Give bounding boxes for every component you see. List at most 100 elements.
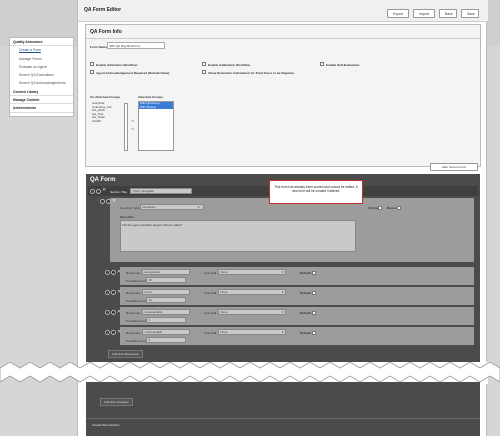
default-checkbox[interactable] [312, 330, 316, 335]
default-label: Default: [300, 291, 312, 295]
response-input[interactable]: Unacceptable [142, 309, 190, 315]
create-section-link[interactable]: Create New Section [92, 423, 120, 427]
response-down-icon[interactable]: ↓ [111, 290, 116, 295]
deduction-label: Allow Deduction Calculation for Total Sc… [208, 70, 295, 75]
delete-response-icon[interactable]: ✕ [117, 269, 121, 275]
question-type-select[interactable]: Dropdown [140, 204, 204, 210]
response-label: Response: [126, 291, 141, 295]
move-down-icon[interactable]: ↓ [96, 188, 101, 194]
delete-response-icon[interactable]: ✕ [117, 289, 121, 295]
unattached-groups-list[interactable]: AndyTest Columbus_GA GA_2016 Ga_Test Ga_Test… [90, 101, 128, 151]
chevron-down-icon: ▾ [282, 290, 284, 294]
response-down-icon[interactable]: ↓ [111, 310, 116, 315]
question-textarea[interactable]: Did the agent establish rapport with the… [120, 220, 356, 252]
divider [86, 418, 480, 419]
question-label: Question: [120, 215, 135, 219]
qa-form-title: QA Form [90, 177, 116, 183]
export-button[interactable]: Export [387, 9, 409, 18]
ack-required-label: Agent Acknowledgement Required (Default … [96, 70, 170, 75]
delete-response-icon[interactable]: ✕ [117, 309, 121, 315]
nav-item-content-library[interactable]: Content Library [10, 88, 73, 97]
form-name-label: Form Name: [90, 45, 109, 49]
unattached-group-item[interactable]: Test09 [91, 119, 127, 124]
arbitration-checkbox[interactable] [90, 62, 94, 66]
form-info-title: QA Form Info [90, 29, 122, 35]
default-label: Default: [300, 271, 312, 275]
response-input[interactable]: Exceptional [142, 269, 190, 275]
ack-required-checkbox[interactable] [90, 70, 94, 74]
auto-fail-select[interactable]: None [218, 309, 286, 315]
auto-fail-select[interactable]: None [218, 329, 286, 335]
nav-item-quality-assurance[interactable]: Quality Assurance [10, 38, 73, 47]
delete-section-icon[interactable]: ✕ [102, 188, 106, 193]
question-up-icon[interactable]: ↑ [100, 199, 105, 204]
remove-group-arrow-icon[interactable]: ⇦ [131, 126, 134, 131]
default-label: Default: [300, 331, 312, 335]
unattached-scrollbar[interactable] [124, 103, 128, 151]
header-bar: QA Form Editor Export Import Back Save [78, 0, 488, 22]
attached-group-item[interactable]: WFI Testing [139, 105, 173, 110]
attached-groups-list[interactable]: WFI QA Group WFI Testing [138, 101, 174, 151]
nav-item-manage-forms[interactable]: Manage Forms [10, 55, 73, 63]
bonus-checkbox[interactable] [397, 205, 401, 210]
save-button[interactable]: Save [461, 9, 479, 18]
calibration-checkbox[interactable] [202, 62, 206, 66]
possible-points-input[interactable]: 10 [146, 297, 186, 303]
qa-form-panel-bottom: Add New Question Create New Section [86, 382, 480, 436]
calibration-label: Enable Calibration Workflow [208, 62, 250, 67]
nav-item-search-qa-acknowledgements[interactable]: Search QA Acknowledgements [10, 79, 73, 87]
critical-checkbox[interactable] [378, 205, 382, 210]
chevron-down-icon: ▾ [198, 205, 200, 209]
back-button[interactable]: Back [439, 9, 457, 18]
deduction-checkbox[interactable] [202, 70, 206, 74]
divider [86, 38, 480, 39]
nav-item-manage-content[interactable]: Manage Content [10, 96, 73, 105]
nav-item-create-a-form[interactable]: Create a Form [10, 46, 73, 54]
form-info-card: QA Form Info Form Name: WFI QA Reg Bnd F… [85, 24, 481, 171]
auto-fail-label: Auto Fail: [204, 291, 218, 295]
torn-edge-graphic [0, 362, 500, 383]
page-title: QA Form Editor [84, 7, 122, 13]
response-input[interactable]: Unacceptable [142, 329, 190, 335]
self-eval-checkbox[interactable] [320, 62, 324, 66]
auto-fail-select[interactable]: None [218, 289, 286, 295]
page: Quality Assurance Create a Form Manage For… [0, 0, 500, 436]
add-response-button[interactable]: Add New Response [108, 350, 143, 358]
response-input[interactable]: Good [142, 289, 190, 295]
response-up-icon[interactable]: ↑ [105, 310, 110, 315]
response-up-icon[interactable]: ↑ [105, 330, 110, 335]
move-up-icon[interactable]: ↑ [90, 188, 95, 194]
add-question-button[interactable]: Add New Question [100, 398, 134, 406]
default-checkbox[interactable] [312, 270, 316, 275]
question-down-icon[interactable]: ↓ [106, 199, 111, 204]
add-group-arrow-icon[interactable]: ⇨ [131, 118, 134, 123]
possible-points-input[interactable]: 0 [146, 337, 186, 343]
form-name-input[interactable]: WFI QA Reg Bnd Form [107, 42, 165, 49]
self-eval-label: Enable Self-Evaluation [326, 62, 360, 67]
response-down-icon[interactable]: ↓ [111, 270, 116, 275]
possible-points-input[interactable]: 15 [146, 277, 186, 283]
possible-points-input[interactable]: 5 [146, 317, 186, 323]
chevron-down-icon: ▾ [282, 330, 284, 334]
edit-warning-alert: This form has already been scored and ca… [269, 180, 363, 204]
nav-item-search-qa-evaluations[interactable]: Search QA Evaluations [10, 71, 73, 79]
response-up-icon[interactable]: ↑ [105, 290, 110, 295]
delete-question-icon[interactable]: ✕ [112, 198, 116, 204]
response-up-icon[interactable]: ↑ [105, 270, 110, 275]
attached-groups-label: Attached Groups [138, 95, 164, 99]
auto-fail-label: Auto Fail: [204, 311, 218, 315]
auto-fail-select[interactable]: None [218, 269, 286, 275]
possible-points-label: Possible Points: [126, 319, 149, 323]
nav-item-achievements[interactable]: Achievements [10, 104, 73, 113]
default-checkbox[interactable] [312, 310, 316, 315]
after-scored-form-button[interactable]: After Scored Form [430, 163, 478, 171]
section-title-input[interactable]: Tippd_Litregthen [130, 188, 192, 194]
default-checkbox[interactable] [312, 290, 316, 295]
import-button[interactable]: Import [413, 9, 435, 18]
delete-response-icon[interactable]: ✕ [117, 329, 121, 335]
response-down-icon[interactable]: ↓ [111, 330, 116, 335]
auto-fail-label: Auto Fail: [204, 271, 218, 275]
nav-item-evaluate-an-agent[interactable]: Evaluate an Agent [10, 63, 73, 71]
chevron-down-icon: ▾ [282, 310, 284, 314]
response-label: Response: [126, 331, 141, 335]
